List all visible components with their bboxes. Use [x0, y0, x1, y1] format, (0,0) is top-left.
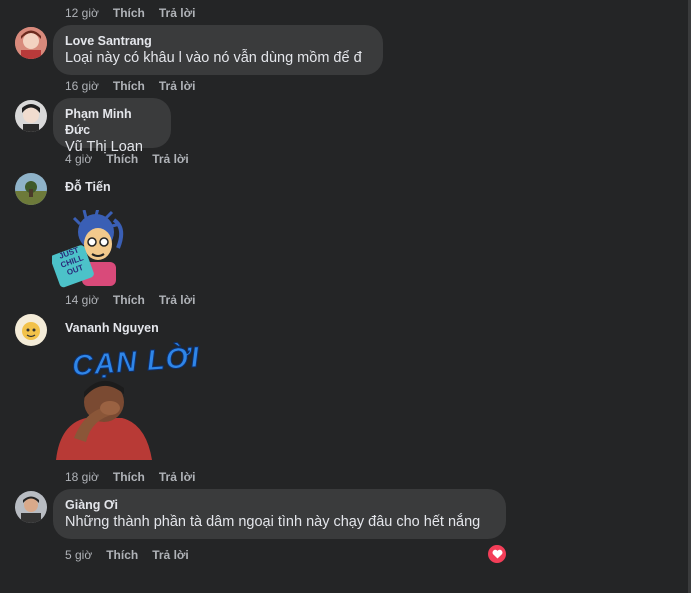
reply-link[interactable]: Trả lời	[159, 293, 196, 307]
avatar-image	[15, 100, 47, 132]
avatar-image	[15, 491, 47, 523]
comment-meta: 12 giờ Thích Trả lời	[65, 6, 195, 20]
like-link[interactable]: Thích	[113, 470, 145, 484]
comment-meta: 4 giờ Thích Trả lời	[65, 152, 189, 166]
comment-time[interactable]: 18 giờ	[65, 470, 99, 484]
reply-link[interactable]: Trả lời	[159, 470, 196, 484]
like-link[interactable]: Thích	[113, 293, 145, 307]
comment-meta: 18 giờ Thích Trả lời	[65, 470, 195, 484]
avatar[interactable]	[15, 100, 47, 132]
reply-link[interactable]: Trả lời	[152, 548, 189, 562]
reply-link[interactable]: Trả lời	[159, 6, 196, 20]
like-link[interactable]: Thích	[106, 548, 138, 562]
avatar-image	[15, 314, 47, 346]
comment-time[interactable]: 12 giờ	[65, 6, 99, 20]
comment-author[interactable]: Phạm Minh Đức	[65, 106, 159, 138]
comment-bubble: Giàng Ơi Những thành phần tà dâm ngoại t…	[53, 489, 506, 539]
sticker[interactable]: CẠN LỜI	[52, 341, 201, 460]
comment-text: Loại này có khâu l vào nó vẫn dùng mồm đ…	[65, 50, 362, 66]
heart-icon	[492, 549, 502, 559]
like-link[interactable]: Thích	[113, 79, 145, 93]
avatar[interactable]	[15, 491, 47, 523]
comment-bubble: Phạm Minh Đức Vũ Thị Loan	[53, 98, 171, 155]
like-link[interactable]: Thích	[106, 152, 138, 166]
avatar[interactable]	[15, 27, 47, 59]
comment-text: Những thành phần tà dâm ngoại tình này c…	[65, 514, 481, 530]
comment-list: 12 giờ Thích Trả lời Love Santrang Loại …	[0, 0, 691, 593]
comment-author[interactable]: Love Santrang	[65, 33, 371, 49]
comment-time[interactable]: 16 giờ	[65, 79, 99, 93]
comment-author[interactable]: Giàng Ơi	[65, 497, 494, 513]
comment-time[interactable]: 4 giờ	[65, 152, 92, 166]
love-reaction[interactable]	[486, 543, 508, 565]
comment-meta: 5 giờ Thích Trả lời	[65, 548, 189, 562]
comment-bubble: Love Santrang Loại này có khâu l vào nó …	[53, 25, 383, 75]
comment-author[interactable]: Vananh Nguyen	[65, 321, 159, 335]
comment-author[interactable]: Đỗ Tiến	[65, 180, 111, 194]
reply-link[interactable]: Trả lời	[159, 79, 196, 93]
comment-time[interactable]: 14 giờ	[65, 293, 99, 307]
avatar[interactable]	[15, 173, 47, 205]
like-link[interactable]: Thích	[113, 6, 145, 20]
sticker[interactable]: JUST CHILL OUT	[50, 207, 130, 288]
comment-time[interactable]: 5 giờ	[65, 548, 92, 562]
avatar-image	[15, 27, 47, 59]
comment-meta: 16 giờ Thích Trả lời	[65, 79, 195, 93]
facepalm-figure	[56, 380, 152, 460]
comment-meta: 14 giờ Thích Trả lời	[65, 293, 195, 307]
reply-link[interactable]: Trả lời	[152, 152, 189, 166]
avatar-image	[15, 173, 47, 205]
avatar[interactable]	[15, 314, 47, 346]
